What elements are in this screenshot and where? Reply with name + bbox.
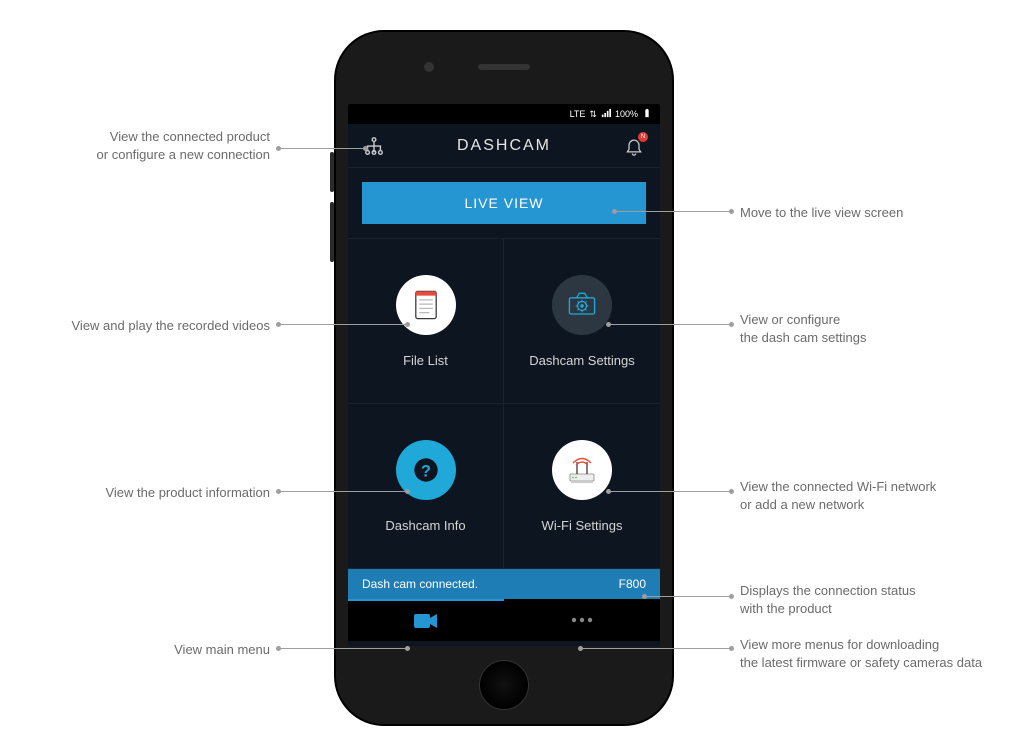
- app-header: DASHCAM N: [348, 124, 660, 168]
- status-model: F800: [619, 577, 646, 591]
- phone-top: [336, 32, 672, 102]
- connection-status-bar: Dash cam connected. F800: [348, 569, 660, 599]
- front-camera-dot: [424, 62, 434, 72]
- lte-label: LTE: [570, 109, 586, 119]
- leader-line: [614, 211, 732, 212]
- callout-more-menu: View more menus for downloadingthe lates…: [740, 636, 1020, 671]
- bottom-nav: [348, 599, 660, 641]
- tile-label: File List: [403, 353, 448, 368]
- tile-label: Dashcam Settings: [529, 353, 635, 368]
- wifi-settings-icon: [552, 440, 612, 500]
- live-view-wrap: LIVE VIEW: [348, 168, 660, 239]
- tile-label: Dashcam Info: [385, 518, 465, 533]
- tile-label: Wi-Fi Settings: [542, 518, 623, 533]
- phone-frame: LTE ⇅ 100% DASHCAM N: [336, 32, 672, 724]
- leader-line: [278, 491, 408, 492]
- battery-pct: 100%: [615, 109, 638, 119]
- leader-line: [644, 596, 732, 597]
- tile-wifi-settings[interactable]: Wi-Fi Settings: [504, 404, 660, 569]
- phone-speaker: [478, 64, 530, 70]
- callout-status: Displays the connection statuswith the p…: [740, 582, 1000, 617]
- status-bar: LTE ⇅ 100%: [348, 104, 660, 124]
- camera-icon: [413, 612, 439, 630]
- callout-main-menu: View main menu: [20, 641, 270, 659]
- leader-line: [278, 324, 408, 325]
- menu-grid: File List Dashcam Settings: [348, 239, 660, 569]
- dashcam-settings-icon: [552, 275, 612, 335]
- signal-icon: [601, 108, 611, 120]
- callout-wifi-settings: View the connected Wi-Fi networkor add a…: [740, 478, 1000, 513]
- notif-badge: N: [638, 132, 648, 142]
- bell-icon[interactable]: N: [622, 134, 646, 158]
- nav-main-menu[interactable]: [348, 599, 504, 641]
- home-button[interactable]: [479, 660, 529, 710]
- leader-line: [278, 648, 408, 649]
- battery-icon: [642, 108, 652, 120]
- live-view-button[interactable]: LIVE VIEW: [362, 182, 646, 224]
- callout-dashcam-info: View the product information: [20, 484, 270, 502]
- callout-live-view: Move to the live view screen: [740, 204, 1000, 222]
- callout-dashcam-settings: View or configurethe dash cam settings: [740, 311, 1000, 346]
- status-text: Dash cam connected.: [362, 577, 478, 591]
- phone-screen: LTE ⇅ 100% DASHCAM N: [348, 104, 660, 646]
- tile-dashcam-info[interactable]: ? Dashcam Info: [348, 404, 504, 569]
- tile-file-list[interactable]: File List: [348, 239, 504, 404]
- updown-icon: ⇅: [589, 109, 597, 120]
- svg-text:?: ?: [421, 462, 431, 480]
- tile-dashcam-settings[interactable]: Dashcam Settings: [504, 239, 660, 404]
- app-title: DASHCAM: [457, 137, 551, 155]
- leader-line: [608, 324, 732, 325]
- leader-line: [580, 648, 732, 649]
- callout-file-list: View and play the recorded videos: [20, 317, 270, 335]
- callout-connected-product: View the connected productor configure a…: [20, 128, 270, 163]
- nav-more-menu[interactable]: [504, 599, 660, 641]
- more-icon: [570, 617, 594, 623]
- leader-line: [278, 148, 366, 149]
- leader-line: [608, 491, 732, 492]
